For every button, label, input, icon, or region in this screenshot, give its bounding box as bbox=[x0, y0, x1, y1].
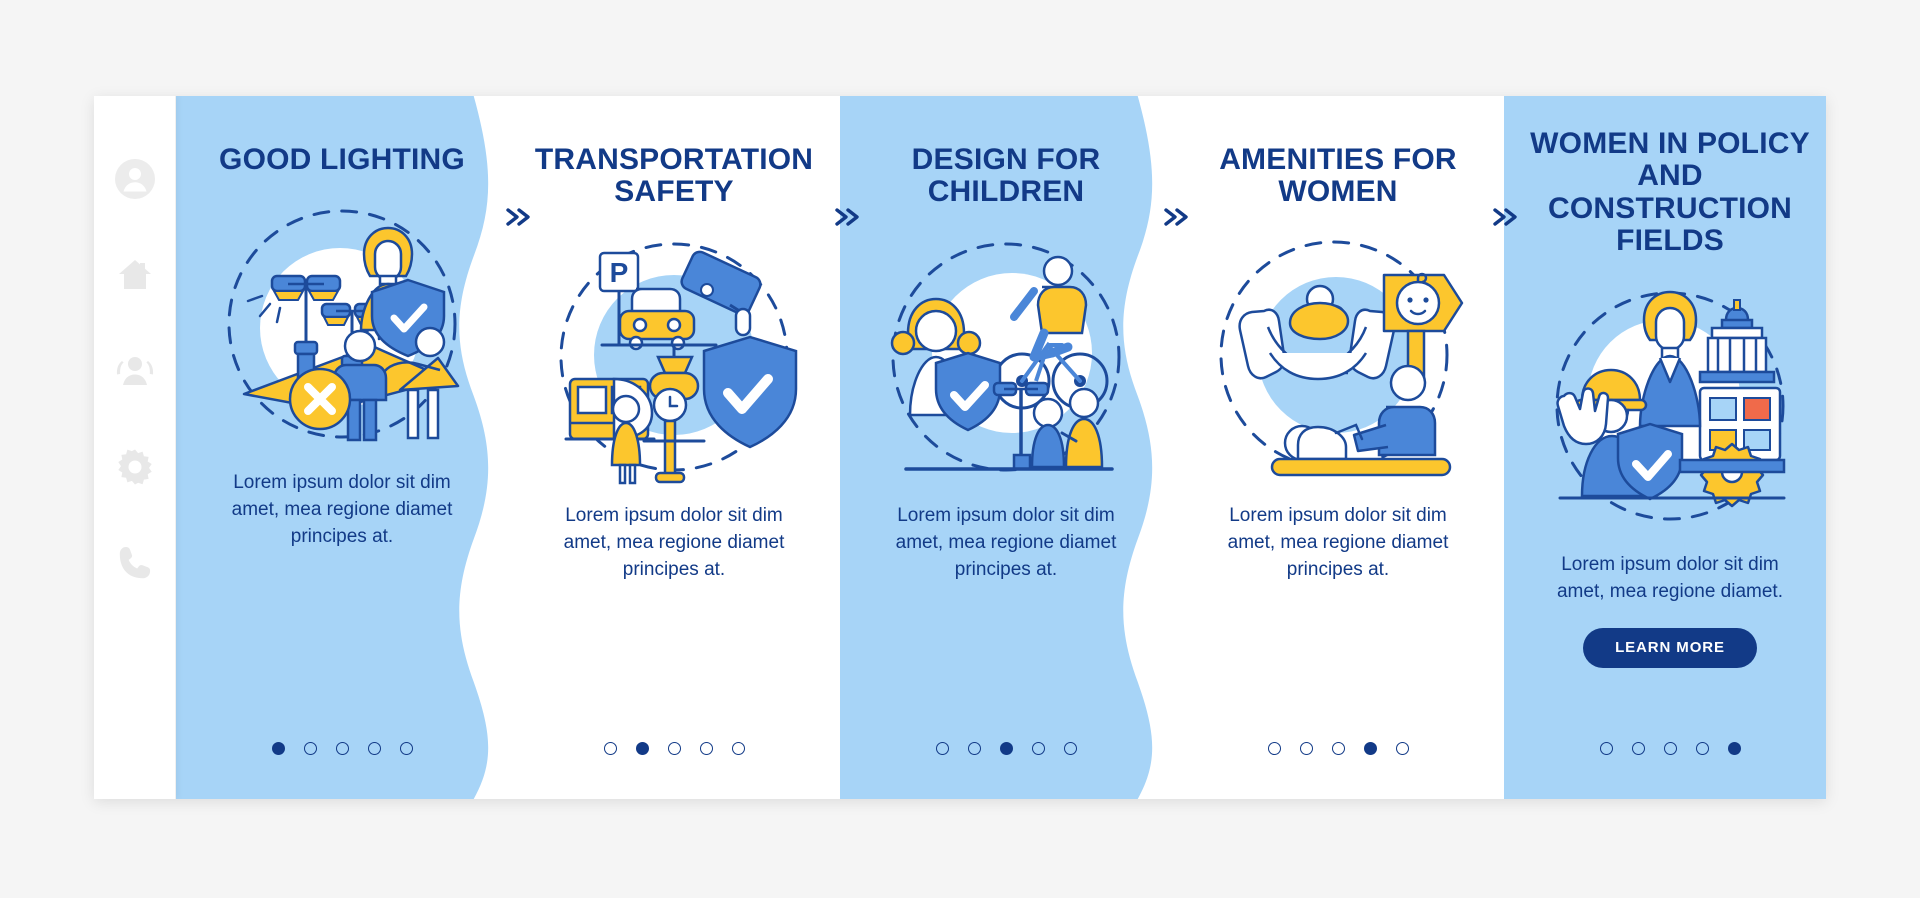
card-5-body: Lorem ipsum dolor sit dim amet, mea regi… bbox=[1556, 553, 1783, 602]
women-policy-construction-illustration bbox=[1530, 276, 1810, 536]
pagination-dot[interactable] bbox=[731, 742, 745, 755]
pagination-dot[interactable] bbox=[399, 742, 413, 755]
double-chevron-right-icon-1 bbox=[504, 206, 534, 228]
onboarding-card-strip: GOOD LIGHTING Lorem ipsum dolor sit dim … bbox=[176, 96, 1826, 799]
pagination-dot[interactable] bbox=[635, 742, 649, 755]
card-3-pagination[interactable] bbox=[840, 742, 1172, 755]
people-group-icon bbox=[114, 352, 156, 390]
pagination-dot[interactable] bbox=[1727, 742, 1741, 755]
sidebar-item-contact[interactable] bbox=[114, 542, 156, 584]
onboarding-screen-root: GOOD LIGHTING Lorem ipsum dolor sit dim … bbox=[0, 0, 1920, 898]
pagination-dot[interactable] bbox=[1363, 742, 1377, 755]
pagination-dot[interactable] bbox=[1395, 742, 1409, 755]
card-5-pagination[interactable] bbox=[1504, 742, 1826, 755]
pagination-dot[interactable] bbox=[603, 742, 617, 755]
card-2-pagination[interactable] bbox=[508, 742, 840, 755]
pagination-dot[interactable] bbox=[967, 742, 981, 755]
pagination-dot[interactable] bbox=[335, 742, 349, 755]
sidebar-nav bbox=[94, 96, 176, 799]
card-1-body: Lorem ipsum dolor sit dim amet, mea regi… bbox=[231, 472, 453, 548]
pagination-dot[interactable] bbox=[1267, 742, 1281, 755]
sidebar-item-home[interactable] bbox=[114, 254, 156, 296]
card-5-title: WOMEN IN POLICY AND CONSTRUCTION FIELDS bbox=[1530, 127, 1810, 258]
card-4-pagination[interactable] bbox=[1172, 742, 1504, 755]
card-1-title: GOOD LIGHTING bbox=[219, 143, 465, 176]
app-frame: GOOD LIGHTING Lorem ipsum dolor sit dim … bbox=[94, 96, 1826, 799]
pagination-dot[interactable] bbox=[1063, 742, 1077, 755]
gear-icon bbox=[115, 447, 155, 487]
card-3-body: Lorem ipsum dolor sit dim amet, mea regi… bbox=[895, 504, 1117, 580]
learn-more-button[interactable]: LEARN MORE bbox=[1583, 627, 1757, 668]
card-2-body: Lorem ipsum dolor sit dim amet, mea regi… bbox=[563, 504, 785, 580]
sidebar-item-settings[interactable] bbox=[114, 446, 156, 488]
onboarding-card-1[interactable]: GOOD LIGHTING Lorem ipsum dolor sit dim … bbox=[176, 96, 508, 799]
pagination-dot[interactable] bbox=[1031, 742, 1045, 755]
card-4-body: Lorem ipsum dolor sit dim amet, mea regi… bbox=[1227, 504, 1449, 580]
card-4-title: AMENITIES FOR WOMEN bbox=[1219, 143, 1457, 209]
sidebar-item-profile[interactable] bbox=[114, 158, 156, 200]
onboarding-card-5[interactable]: WOMEN IN POLICY AND CONSTRUCTION FIELDS bbox=[1504, 96, 1826, 799]
pagination-dot[interactable] bbox=[1299, 742, 1313, 755]
home-icon bbox=[115, 255, 155, 295]
pagination-dot[interactable] bbox=[999, 742, 1013, 755]
double-chevron-right-icon-2 bbox=[833, 206, 863, 228]
pagination-dot[interactable] bbox=[699, 742, 713, 755]
onboarding-card-3[interactable]: DESIGN FOR CHILDREN Lorem ipsum dolor si… bbox=[840, 96, 1172, 799]
children-playground-bicycle-illustration bbox=[866, 227, 1146, 487]
pagination-dot[interactable] bbox=[1663, 742, 1677, 755]
user-avatar-icon bbox=[114, 158, 156, 200]
pagination-dot[interactable] bbox=[1331, 742, 1345, 755]
pagination-dot[interactable] bbox=[367, 742, 381, 755]
pagination-dot[interactable] bbox=[303, 742, 317, 755]
onboarding-card-2[interactable]: TRANSPORTATION SAFETY P Lorem ipsum dolo… bbox=[508, 96, 840, 799]
pagination-dot[interactable] bbox=[1695, 742, 1709, 755]
phone-icon bbox=[116, 544, 154, 582]
pagination-dot[interactable] bbox=[667, 742, 681, 755]
sidebar-item-community[interactable] bbox=[114, 350, 156, 392]
card-1-pagination[interactable] bbox=[176, 742, 508, 755]
transport-cctv-safety-illustration: P bbox=[534, 227, 814, 487]
pagination-dot[interactable] bbox=[1599, 742, 1613, 755]
double-chevron-right-icon-4 bbox=[1491, 206, 1521, 228]
pagination-dot[interactable] bbox=[935, 742, 949, 755]
double-chevron-right-icon-3 bbox=[1162, 206, 1192, 228]
nursing-room-baby-care-illustration bbox=[1198, 227, 1478, 487]
onboarding-card-4[interactable]: AMENITIES FOR WOMEN Lorem ipsum dolor si… bbox=[1172, 96, 1504, 799]
street-lighting-safety-illustration bbox=[202, 194, 482, 454]
card-2-title: TRANSPORTATION SAFETY bbox=[534, 143, 814, 209]
pagination-dot[interactable] bbox=[1631, 742, 1645, 755]
card-3-title: DESIGN FOR CHILDREN bbox=[911, 143, 1101, 209]
svg-text:P: P bbox=[610, 257, 629, 288]
pagination-dot[interactable] bbox=[271, 742, 285, 755]
